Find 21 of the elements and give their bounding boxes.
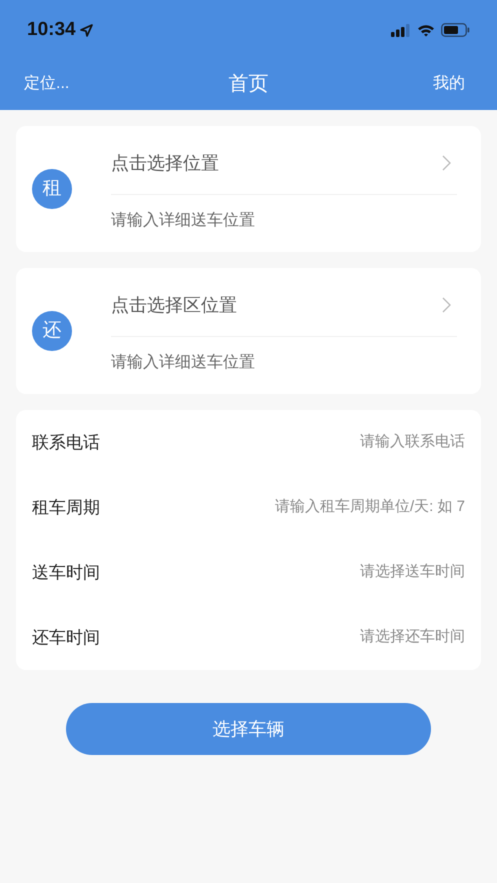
wifi-icon — [417, 24, 435, 36]
page-title: 首页 — [228, 72, 268, 97]
field-label: 联系电话 — [32, 432, 100, 454]
locate-button[interactable]: 定位... — [24, 72, 70, 96]
form-field[interactable]: 请输入联系电话 — [205, 431, 465, 454]
field-label: 送车时间 — [32, 562, 100, 584]
location-arrow-icon — [80, 24, 93, 36]
chevron-right-icon — [442, 155, 451, 171]
form-field[interactable]: 请选择送车时间 — [205, 561, 465, 584]
form-field[interactable]: 请输入租车周期单位/天: 如 7 — [205, 496, 465, 519]
status-time: 10:34 — [27, 18, 76, 42]
profile-button[interactable]: 我的 — [433, 72, 473, 96]
signal-icon — [391, 24, 411, 36]
chevron-right-icon — [442, 297, 451, 313]
location-select[interactable]: 点击选择区位置 — [111, 274, 457, 336]
location-select[interactable]: 点击选择位置 — [111, 132, 457, 194]
select-vehicle-button[interactable]: 选择车辆 — [66, 703, 431, 755]
field-label: 租车周期 — [32, 496, 100, 519]
field-label: 还车时间 — [32, 626, 100, 649]
battery-icon — [441, 23, 470, 37]
form-field[interactable]: 请选择还车时间 — [205, 626, 465, 649]
